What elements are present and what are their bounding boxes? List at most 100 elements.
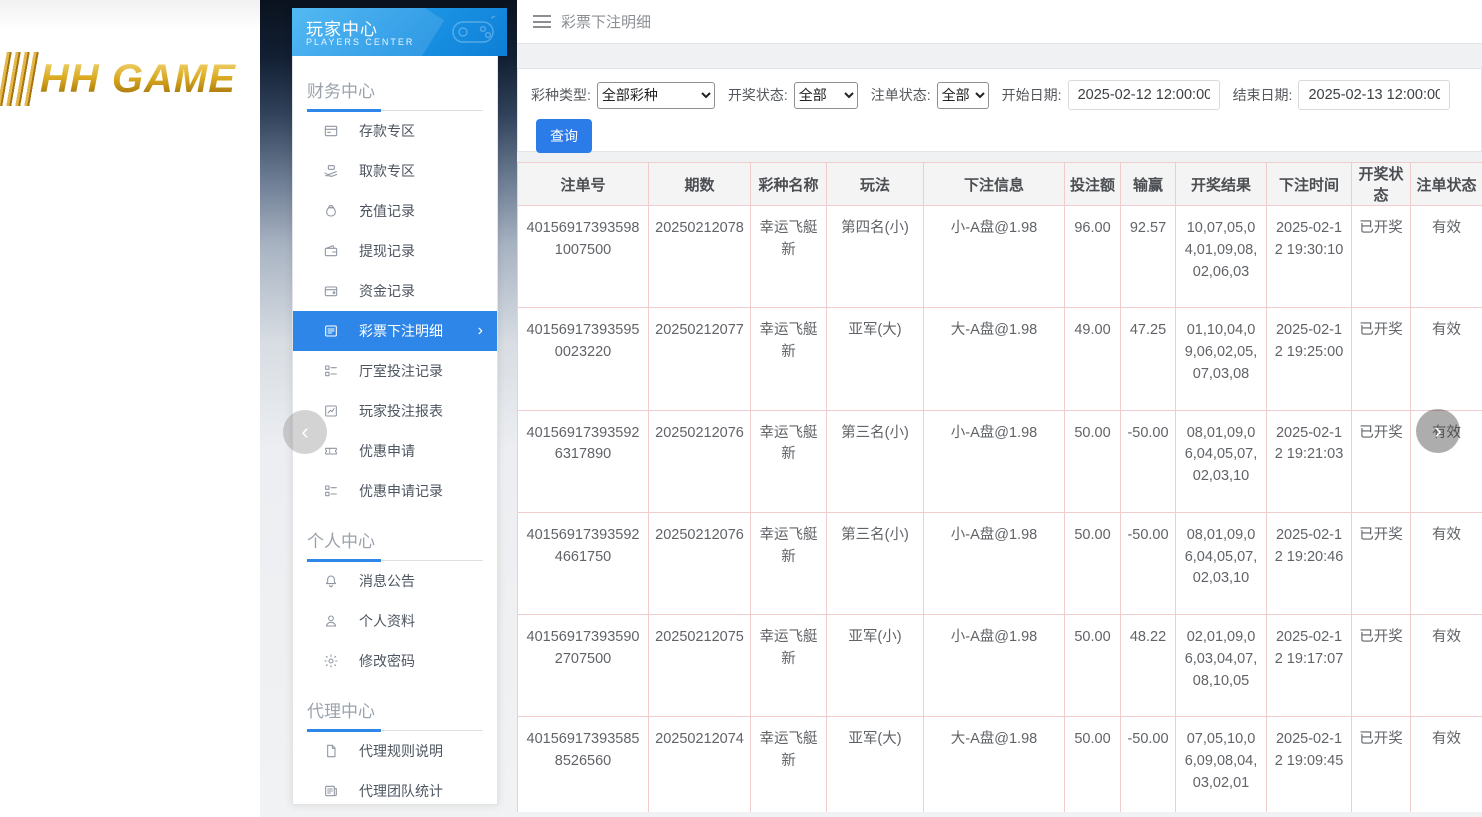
brand-logo: HH GAME [2, 52, 236, 106]
sidebar-item-withdrawal-records[interactable]: 提现记录 [293, 231, 497, 271]
sidebar-item-label: 取款专区 [359, 161, 497, 181]
sidebar-item-promo-apply-records[interactable]: 优惠申请记录 [293, 471, 497, 511]
draw-status-select[interactable]: 全部 [794, 82, 858, 109]
sidebar-item-agent-rules[interactable]: 代理规则说明 [293, 731, 497, 771]
cell: 已开奖 [1352, 206, 1411, 308]
profile-icon [323, 613, 339, 629]
sidebar-item-label: 消息公告 [359, 571, 497, 591]
cell: 08,01,09,06,04,05,07,02,03,10 [1176, 512, 1267, 614]
sidebar-item-label: 代理规则说明 [359, 741, 497, 761]
cell: 幸运飞艇新 [751, 308, 827, 410]
sidebar-item-profile[interactable]: 个人资料 [293, 601, 497, 641]
start-date-label: 开始日期: [1002, 85, 1062, 105]
bets-table-wrap: 注单号期数彩种名称玩法下注信息投注额输赢开奖结果下注时间开奖状态注单状态 401… [517, 162, 1482, 812]
cell: 大-A盘@1.98 [924, 717, 1065, 812]
sidebar-item-deposit-zone[interactable]: 存款专区 [293, 111, 497, 151]
cell: 2025-02-12 19:25:00 [1267, 308, 1352, 410]
cell: 幸运飞艇新 [751, 717, 827, 812]
cell: 第四名(小) [827, 206, 924, 308]
cell: 47.25 [1121, 308, 1176, 410]
logo-stripes-icon [0, 52, 41, 106]
cell: 小-A盘@1.98 [924, 512, 1065, 614]
column-header: 开奖状态 [1352, 163, 1411, 206]
lottery-bet-details-icon [323, 323, 339, 339]
cell: 50.00 [1065, 512, 1121, 614]
withdraw-zone-icon [323, 163, 339, 179]
cell: 已开奖 [1352, 717, 1411, 812]
end-date-input[interactable] [1298, 80, 1450, 110]
cell: 20250212078 [649, 206, 751, 308]
table-row: 40156917393595002322020250212077幸运飞艇新亚军(… [518, 308, 1482, 410]
cell: 401569173935926317890 [518, 410, 649, 512]
cell: 20250212074 [649, 717, 751, 812]
chevron-right-icon: › [478, 322, 483, 340]
sidebar-item-label: 充值记录 [359, 201, 497, 221]
cell: 幸运飞艇新 [751, 615, 827, 717]
column-header: 注单状态 [1411, 163, 1482, 206]
sidebar-item-label: 资金记录 [359, 281, 497, 301]
cell: 亚军(大) [827, 308, 924, 410]
column-header: 玩法 [827, 163, 924, 206]
sidebar-item-label: 提现记录 [359, 241, 497, 261]
cell: 20250212076 [649, 512, 751, 614]
sidebar-item-change-password[interactable]: 修改密码 [293, 641, 497, 681]
bet-status-select[interactable]: 全部 [937, 82, 989, 109]
cell: 幸运飞艇新 [751, 512, 827, 614]
sidebar-item-label: 修改密码 [359, 651, 497, 671]
sidebar-item-withdraw-zone[interactable]: 取款专区 [293, 151, 497, 191]
cell: 2025-02-12 19:21:03 [1267, 410, 1352, 512]
cell: -50.00 [1121, 512, 1176, 614]
cell: 10,07,05,04,01,09,08,02,06,03 [1176, 206, 1267, 308]
sidebar-item-agent-team-stats[interactable]: 代理团队统计 [293, 771, 497, 804]
hamburger-menu-icon[interactable] [533, 15, 551, 28]
change-password-icon [323, 653, 339, 669]
cell: 2025-02-12 19:17:07 [1267, 615, 1352, 717]
draw-status-label: 开奖状态: [728, 85, 788, 105]
section-title: 财务中心 [307, 71, 483, 111]
funds-records-icon [323, 283, 339, 299]
top-tint [0, 0, 260, 30]
search-button[interactable]: 查询 [536, 119, 592, 153]
cell: 401569173935981007500 [518, 206, 649, 308]
cell: 已开奖 [1352, 615, 1411, 717]
cell: 20250212077 [649, 308, 751, 410]
column-header: 下注时间 [1267, 163, 1352, 206]
sidebar-item-hall-bet-records[interactable]: 厅室投注记录 [293, 351, 497, 391]
cell: 第三名(小) [827, 512, 924, 614]
cell: 幸运飞艇新 [751, 410, 827, 512]
topbar: 彩票下注明细 [517, 0, 1482, 44]
bets-table: 注单号期数彩种名称玩法下注信息投注额输赢开奖结果下注时间开奖状态注单状态 401… [517, 162, 1482, 812]
logo-panel: HH GAME [0, 0, 260, 817]
table-row: 40156917393592631789020250212076幸运飞艇新第三名… [518, 410, 1482, 512]
cell: 401569173935902707500 [518, 615, 649, 717]
cell: 92.57 [1121, 206, 1176, 308]
chevron-left-icon: ‹ [301, 419, 308, 445]
sidebar-item-lottery-bet-details[interactable]: 彩票下注明细› [293, 311, 497, 351]
start-date-input[interactable] [1068, 80, 1220, 110]
cell: 2025-02-12 19:20:46 [1267, 512, 1352, 614]
sidebar-item-announcements[interactable]: 消息公告 [293, 561, 497, 601]
brand-logo-text: HH GAME [40, 57, 236, 102]
sidebar-item-funds-records[interactable]: 资金记录 [293, 271, 497, 311]
cell: 已开奖 [1352, 512, 1411, 614]
cell: 50.00 [1065, 615, 1121, 717]
cell: 已开奖 [1352, 410, 1411, 512]
cell: 08,01,09,06,04,05,07,02,03,10 [1176, 410, 1267, 512]
sidebar: 玩家中心 PLAYERS CENTER 财务中心存款专区取款专区充值记录提现记录… [292, 8, 498, 805]
lottery-type-select[interactable]: 全部彩种 [597, 82, 715, 109]
cell: 20250212076 [649, 410, 751, 512]
cell: 01,10,04,09,06,02,05,07,03,08 [1176, 308, 1267, 410]
cell: 02,01,09,06,03,04,07,08,10,05 [1176, 615, 1267, 717]
sidebar-item-label: 厅室投注记录 [359, 361, 497, 381]
scroll-right-button[interactable]: › [1416, 409, 1460, 453]
agent-rules-icon [323, 743, 339, 759]
collapse-left-button[interactable]: ‹ [283, 410, 327, 454]
sidebar-item-label: 玩家投注报表 [359, 401, 497, 421]
cell: 401569173935950023220 [518, 308, 649, 410]
announcements-icon [323, 573, 339, 589]
sidebar-item-recharge-records[interactable]: 充值记录 [293, 191, 497, 231]
cell: 20250212075 [649, 615, 751, 717]
section-title: 个人中心 [307, 521, 483, 561]
cell: -50.00 [1121, 410, 1176, 512]
cell: 有效 [1411, 206, 1482, 308]
